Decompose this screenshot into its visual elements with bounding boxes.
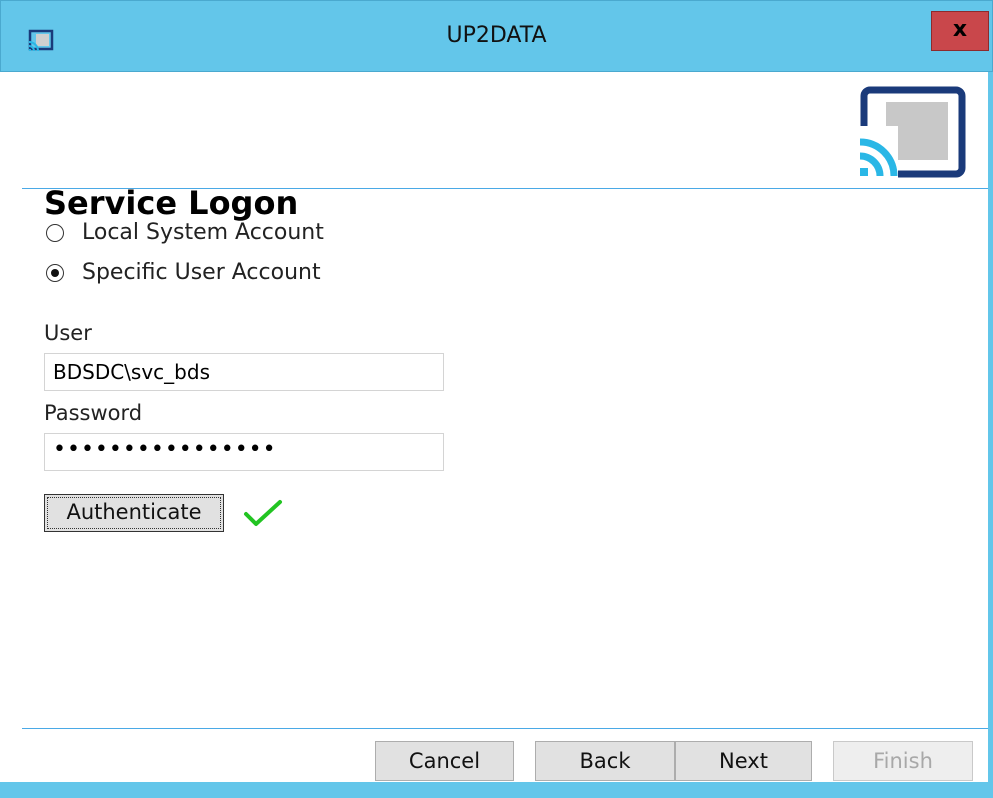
window-frame-right	[988, 72, 993, 798]
footer-separator	[22, 728, 988, 729]
window-frame-bottom	[0, 782, 993, 798]
password-input[interactable]: ••••••••••••••••	[44, 433, 444, 471]
radio-label: Specific User Account	[82, 260, 321, 285]
next-button[interactable]: Next	[675, 741, 812, 781]
user-label: User	[44, 321, 92, 345]
page-header: Service Logon	[22, 72, 988, 222]
password-label: Password	[44, 401, 143, 425]
app-logo-icon	[858, 86, 966, 178]
window-title: UP2DATA	[446, 23, 547, 48]
radio-label: Local System Account	[82, 220, 324, 245]
success-check-icon	[244, 500, 282, 526]
title-bar[interactable]: UP2DATA x	[0, 0, 993, 72]
authenticate-button[interactable]: Authenticate	[44, 494, 224, 532]
close-button[interactable]: x	[931, 11, 989, 51]
radio-specific-user-account[interactable]: Specific User Account	[46, 260, 321, 285]
user-input[interactable]: BDSDC\svc_bds	[44, 353, 444, 391]
back-button[interactable]: Back	[535, 741, 675, 781]
installer-window: UP2DATA x Service Logon Local System Acc…	[0, 0, 993, 798]
finish-button[interactable]: Finish	[833, 741, 973, 781]
radio-local-system-account[interactable]: Local System Account	[46, 220, 324, 245]
radio-button[interactable]	[46, 223, 64, 242]
radio-button-selected[interactable]	[46, 263, 64, 282]
page-title: Service Logon	[44, 184, 299, 222]
cancel-button[interactable]: Cancel	[375, 741, 514, 781]
